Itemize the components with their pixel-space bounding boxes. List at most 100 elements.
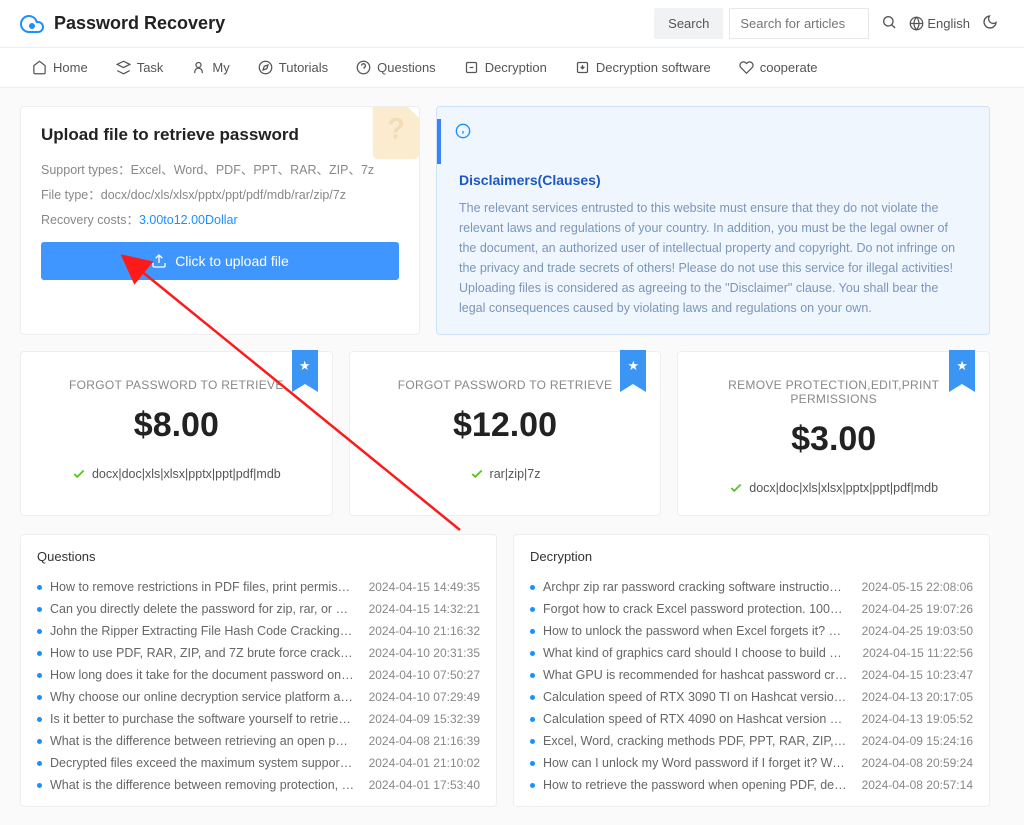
item-title: How to retrieve the password when openin…	[543, 778, 848, 792]
price-card[interactable]: ★ REMOVE PROTECTION,EDIT,PRINT PERMISSIO…	[677, 351, 990, 516]
list-item[interactable]: What GPU is recommended for hashcat pass…	[530, 664, 973, 686]
item-title: How long does it take for the document p…	[50, 668, 355, 682]
list-item[interactable]: Why choose our online decryption service…	[37, 686, 480, 708]
item-date: 2024-04-15 10:23:47	[862, 668, 973, 682]
item-date: 2024-04-25 19:07:26	[862, 602, 973, 616]
svg-text:?: ?	[387, 114, 405, 146]
item-date: 2024-04-15 14:32:21	[369, 602, 480, 616]
item-title: Can you directly delete the password for…	[50, 602, 355, 616]
item-title: Forgot how to crack Excel password prote…	[543, 602, 848, 616]
list-item[interactable]: How to remove restrictions in PDF files,…	[37, 576, 480, 598]
star-ribbon: ★	[620, 350, 646, 384]
list-item[interactable]: Calculation speed of RTX 4090 on Hashcat…	[530, 708, 973, 730]
price-card[interactable]: ★ FORGOT PASSWORD TO RETRIEVE $12.00 rar…	[349, 351, 662, 516]
upload-button[interactable]: Click to upload file	[41, 242, 399, 280]
upload-title: Upload file to retrieve password	[41, 125, 399, 145]
key-icon	[464, 60, 479, 75]
list-item[interactable]: John the Ripper Extracting File Hash Cod…	[37, 620, 480, 642]
bullet-icon	[37, 607, 42, 612]
item-title: Archpr zip rar password cracking softwar…	[543, 580, 848, 594]
layers-icon	[116, 60, 131, 75]
questions-title: Questions	[37, 549, 480, 564]
bullet-icon	[37, 717, 42, 722]
card-label: FORGOT PASSWORD TO RETRIEVE	[360, 378, 651, 392]
disclaimer-text: The relevant services entrusted to this …	[459, 198, 967, 318]
item-date: 2024-04-09 15:32:39	[369, 712, 480, 726]
main-nav: Home Task My Tutorials Questions Decrypt…	[0, 48, 1024, 88]
nav-task[interactable]: Task	[116, 60, 164, 75]
language-button[interactable]: English	[909, 16, 970, 31]
list-item[interactable]: How to unlock the password when Excel fo…	[530, 620, 973, 642]
language-label: English	[927, 16, 970, 31]
card-label: FORGOT PASSWORD TO RETRIEVE	[31, 378, 322, 392]
nav-decryption[interactable]: Decryption	[464, 60, 547, 75]
list-item[interactable]: Excel, Word, cracking methods PDF, PPT, …	[530, 730, 973, 752]
download-icon	[575, 60, 590, 75]
bullet-icon	[37, 585, 42, 590]
list-item[interactable]: What is the difference between retrievin…	[37, 730, 480, 752]
bullet-icon	[530, 585, 535, 590]
list-item[interactable]: What kind of graphics card should I choo…	[530, 642, 973, 664]
check-icon	[729, 481, 743, 495]
decryption-title: Decryption	[530, 549, 973, 564]
item-date: 2024-04-13 19:05:52	[862, 712, 973, 726]
item-title: What kind of graphics card should I choo…	[543, 646, 848, 660]
list-item[interactable]: Can you directly delete the password for…	[37, 598, 480, 620]
bullet-icon	[530, 783, 535, 788]
nav-software[interactable]: Decryption software	[575, 60, 711, 75]
list-item[interactable]: Decrypted files exceed the maximum syste…	[37, 752, 480, 774]
card-price: $3.00	[688, 420, 979, 459]
questions-list: Questions How to remove restrictions in …	[20, 534, 497, 807]
list-item[interactable]: How to use PDF, RAR, ZIP, and 7Z brute f…	[37, 642, 480, 664]
disclaimer-panel: Disclaimers(Clauses) The relevant servic…	[436, 106, 990, 335]
bullet-icon	[37, 651, 42, 656]
item-title: What is the difference between removing …	[50, 778, 355, 792]
upload-icon	[151, 253, 167, 269]
star-icon: ★	[628, 358, 640, 374]
card-types: rar|zip|7z	[360, 467, 651, 481]
list-item[interactable]: Archpr zip rar password cracking softwar…	[530, 576, 973, 598]
bullet-icon	[530, 695, 535, 700]
item-title: Is it better to purchase the software yo…	[50, 712, 355, 726]
theme-toggle[interactable]	[976, 8, 1004, 39]
list-item[interactable]: How can I unlock my Word password if I f…	[530, 752, 973, 774]
info-icon	[455, 123, 471, 139]
search-button[interactable]	[875, 8, 903, 39]
item-title: What is the difference between retrievin…	[50, 734, 355, 748]
nav-my[interactable]: My	[191, 60, 229, 75]
list-item[interactable]: Calculation speed of RTX 3090 TI on Hash…	[530, 686, 973, 708]
nav-tutorials[interactable]: Tutorials	[258, 60, 328, 75]
item-date: 2024-04-15 11:22:56	[862, 646, 973, 660]
item-date: 2024-04-01 21:10:02	[369, 756, 480, 770]
recovery-cost: Recovery costs：3.00to12.00Dollar	[41, 209, 399, 228]
nav-cooperate[interactable]: cooperate	[739, 60, 818, 75]
item-title: How to unlock the password when Excel fo…	[543, 624, 848, 638]
item-date: 2024-04-01 17:53:40	[369, 778, 480, 792]
item-date: 2024-04-09 15:24:16	[862, 734, 973, 748]
item-title: How to remove restrictions in PDF files,…	[50, 580, 355, 594]
nav-home[interactable]: Home	[32, 60, 88, 75]
document-watermark-icon: ?	[361, 106, 420, 165]
item-date: 2024-04-08 20:57:14	[862, 778, 973, 792]
bullet-icon	[37, 695, 42, 700]
list-item[interactable]: Is it better to purchase the software yo…	[37, 708, 480, 730]
list-item[interactable]: What is the difference between removing …	[37, 774, 480, 796]
item-date: 2024-04-10 20:31:35	[369, 646, 480, 660]
support-types: Support types：Excel、Word、PDF、PPT、RAR、ZIP…	[41, 159, 399, 178]
bullet-icon	[37, 629, 42, 634]
help-icon	[356, 60, 371, 75]
list-item[interactable]: How to retrieve the password when openin…	[530, 774, 973, 796]
item-title: How can I unlock my Word password if I f…	[543, 756, 848, 770]
list-item[interactable]: Forgot how to crack Excel password prote…	[530, 598, 973, 620]
list-item[interactable]: How long does it take for the document p…	[37, 664, 480, 686]
user-icon	[191, 60, 206, 75]
search-input[interactable]	[729, 8, 869, 39]
search-label: Search	[654, 8, 723, 39]
item-date: 2024-04-10 07:50:27	[369, 668, 480, 682]
cloud-lock-icon	[20, 12, 44, 36]
check-icon	[470, 467, 484, 481]
search-icon	[881, 14, 897, 30]
home-icon	[32, 60, 47, 75]
nav-questions[interactable]: Questions	[356, 60, 436, 75]
price-card[interactable]: ★ FORGOT PASSWORD TO RETRIEVE $8.00 docx…	[20, 351, 333, 516]
